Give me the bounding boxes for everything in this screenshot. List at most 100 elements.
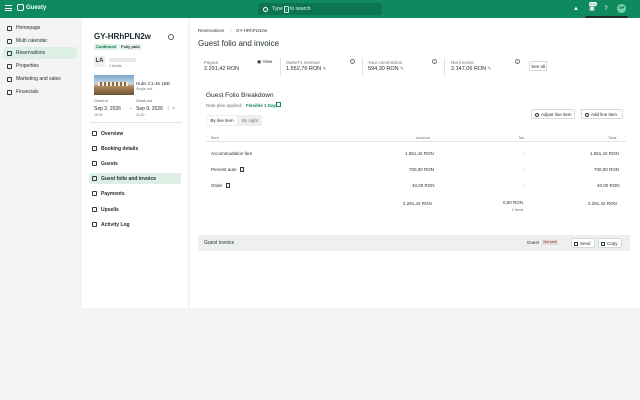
- reservations-icon: [7, 50, 12, 56]
- nights-count: ☾ 7: [167, 106, 175, 112]
- bell-icon[interactable]: ▲: [572, 5, 580, 13]
- row-item: Percent auto: [211, 167, 244, 173]
- menu-activity-log[interactable]: Activity Log: [89, 219, 181, 230]
- sidebar-item-marketing[interactable]: Marketing and sales: [3, 73, 77, 85]
- menu-label: Booking details: [101, 145, 139, 152]
- menu-label: Guest folio and invoice: [101, 175, 157, 182]
- new-badge: New: [589, 2, 598, 6]
- total-total: 2.291,42 RON: [588, 201, 617, 206]
- guest-invoice-bar: Guest invoice Guest Not sent Send Copy: [198, 235, 630, 251]
- row-item: Order: [211, 183, 230, 189]
- guest-name[interactable]: [109, 58, 136, 62]
- edit-icon[interactable]: ✎: [488, 66, 492, 71]
- menu-overview[interactable]: Overview: [89, 128, 181, 139]
- menu-label: Overview: [101, 130, 124, 137]
- menu-label: Payments: [101, 190, 125, 197]
- document-icon[interactable]: [225, 183, 230, 189]
- payments-icon: [92, 191, 97, 196]
- whats-new-icon[interactable]: ▣: [588, 5, 596, 13]
- view-button[interactable]: ▣ View: [257, 59, 272, 65]
- send-button[interactable]: Send: [571, 238, 595, 248]
- menu-guest-folio[interactable]: Guest folio and invoice: [89, 173, 181, 184]
- listing-name[interactable]: Hubs C1-46 1BD: [136, 81, 170, 86]
- see-all-button[interactable]: See all: [529, 61, 547, 71]
- sidebar-item-properties[interactable]: Properties: [3, 60, 77, 72]
- row-tax: -: [523, 151, 525, 156]
- document-icon[interactable]: [239, 167, 244, 173]
- external-link-icon[interactable]: [276, 102, 281, 107]
- edit-icon[interactable]: ✎: [323, 66, 327, 71]
- reservation-card: GY-HRhPLN2w Confirmed Fully paid LA 2 Ad…: [82, 18, 188, 308]
- col-tax: Tax: [518, 135, 525, 140]
- search-shortcut-key: /: [283, 5, 289, 13]
- search-placeholder-after: to search: [289, 6, 311, 12]
- properties-icon: [7, 63, 12, 69]
- menu-payments[interactable]: Payments: [89, 188, 181, 199]
- sidebar-item-financials[interactable]: Financials: [3, 86, 77, 98]
- sidebar-item-label: Multi calendar: [16, 38, 48, 44]
- owners-revenue-value: 1.552,76 RON ✎: [286, 66, 326, 72]
- menu-booking-details[interactable]: Booking details: [89, 143, 181, 154]
- listing-photo[interactable]: [94, 75, 134, 95]
- info-icon[interactable]: i: [432, 59, 437, 64]
- breadcrumb-reservations[interactable]: Reservations: [198, 28, 224, 33]
- copy-label: Copy: [607, 241, 618, 246]
- rate-plan-label: Rate plan applied:: [206, 103, 243, 108]
- net-income-amount: 2.147,06 RON: [451, 66, 487, 72]
- activity-log-icon: [92, 222, 97, 227]
- overview-icon: [92, 131, 97, 136]
- divider: [90, 122, 182, 123]
- sidebar-item-reservations[interactable]: Reservations: [3, 47, 77, 59]
- nights-value: 7: [172, 106, 175, 111]
- upsells-icon: [92, 207, 97, 212]
- folio-icon: [92, 176, 97, 181]
- commission-amount: 594,30 RON: [368, 66, 399, 72]
- payout-value: 2.291,42 RON: [204, 66, 240, 72]
- sidebar-item-multi-calendar[interactable]: Multi calendar: [3, 35, 77, 47]
- copy-button[interactable]: Copy: [598, 238, 622, 248]
- menu-label: Guests: [101, 160, 118, 167]
- sidebar-item-label: Reservations: [16, 50, 46, 56]
- menu-upsells[interactable]: Upsells: [89, 204, 181, 215]
- total-tax: 0,00 RON: [503, 200, 524, 205]
- search-input[interactable]: Type / to search: [258, 3, 382, 15]
- menu-guests[interactable]: Guests: [89, 158, 181, 169]
- info-icon[interactable]: i: [515, 59, 520, 64]
- totals-row: 2.291,42 RON 0,00 RON 0 items 2.291,42 R…: [206, 196, 626, 216]
- table-row[interactable]: Accommodation fare 1.551,42 RON - 1.551,…: [206, 146, 626, 162]
- tab-by-night[interactable]: By night: [238, 116, 262, 125]
- status-badge: Confirmed: [94, 44, 118, 50]
- table-row[interactable]: Order 40,00 RON - 40,00 RON: [206, 178, 626, 194]
- add-line-item-button[interactable]: Add line item: [581, 109, 623, 119]
- payout-label: Payout: [204, 60, 219, 65]
- sidebar-item-label: Marketing and sales: [16, 76, 61, 82]
- user-avatar[interactable]: GP: [617, 4, 626, 13]
- table-row[interactable]: Percent auto 700,00 RON - 700,00 RON: [206, 162, 626, 178]
- guesty-logo[interactable]: Guesty: [17, 4, 46, 11]
- guest-avatar[interactable]: LA: [94, 56, 105, 67]
- tab-by-line-item[interactable]: By line item: [207, 116, 237, 125]
- page-title: Guest folio and invoice: [198, 39, 279, 48]
- col-total: Total: [608, 135, 617, 140]
- checkout-label: Check-out: [136, 99, 152, 103]
- edit-icon[interactable]: ✎: [400, 66, 404, 71]
- info-icon[interactable]: i: [350, 59, 355, 64]
- send-label: Send: [580, 241, 591, 246]
- row-amount: 700,00 RON: [409, 167, 435, 172]
- rate-plan-link[interactable]: Flexible 1 Day: [246, 103, 276, 108]
- row-tax: -: [523, 183, 525, 188]
- row-item-label: Percent auto: [211, 167, 237, 172]
- logo-text: Guesty: [26, 4, 47, 11]
- send-icon: [574, 241, 578, 246]
- adjust-line-item-button[interactable]: Adjust line item: [531, 109, 575, 119]
- gear-icon[interactable]: [168, 34, 174, 40]
- calendar-icon: [7, 38, 12, 44]
- menu-icon[interactable]: [5, 5, 12, 11]
- listing-type: Single unit: [136, 87, 153, 91]
- help-icon[interactable]: ?: [602, 5, 610, 13]
- owners-revenue-label: Owner's revenue: [286, 60, 320, 65]
- stat-divider: [444, 58, 445, 76]
- sidebar-item-homepage[interactable]: Homepage: [3, 22, 77, 34]
- search-icon: [263, 6, 268, 12]
- adjust-icon: [535, 112, 539, 117]
